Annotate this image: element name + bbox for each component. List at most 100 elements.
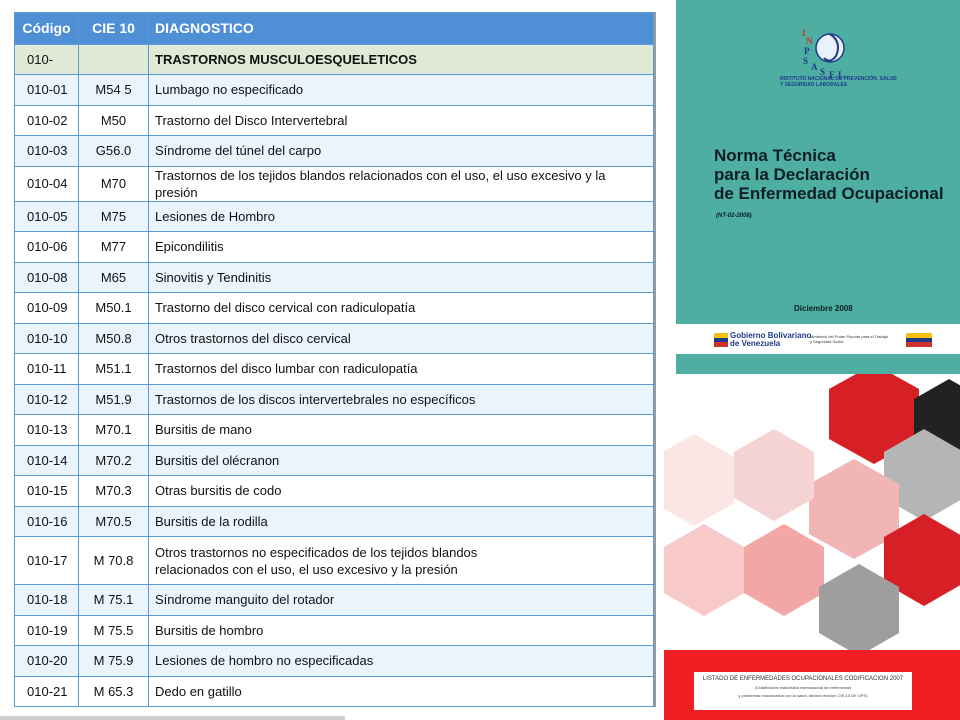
row-cie: M75 [78, 200, 149, 232]
row-code: 010-20 [14, 645, 79, 677]
row-diagnostico-text: Trastorno del Disco Intervertebral [155, 112, 348, 128]
diagnosis-table-panel: Código CIE 10 DIAGNOSTICO 010- TRASTORNO… [14, 12, 656, 707]
row-diagnostico-text: Trastornos del disco lumbar con radiculo… [155, 361, 418, 377]
document-date: Diciembre 2008 [794, 304, 853, 313]
bottom-strip [0, 716, 345, 720]
row-diagnostico-text: Bursitis del olécranon [155, 452, 280, 468]
section-cie [78, 44, 149, 75]
section-code: 010- [14, 44, 79, 75]
table-row: 010-16 M70.5 Bursitis de la rodilla [14, 505, 654, 537]
row-diagnostico-text: Otros trastornos no especificados de los… [155, 544, 478, 560]
section-row: 010- TRASTORNOS MUSCULOESQUELETICOS [14, 44, 654, 75]
row-diagnostico: Trastorno del disco cervical con radicul… [148, 292, 654, 324]
row-code: 010-11 [14, 353, 79, 385]
row-diagnostico: Síndrome del túnel del carpo [148, 135, 654, 167]
row-code: 010-16 [14, 505, 79, 537]
row-cie: M 75.9 [78, 645, 149, 677]
row-diagnostico: Epicondilitis [148, 231, 654, 263]
table-row: 010-04 M70 Trastornos de los tejidos bland… [14, 165, 654, 202]
table-row: 010-15 M70.3 Otras bursitis de codo [14, 475, 654, 507]
ministry-label: Ministerio del Poder Popular para el Tra… [810, 334, 889, 344]
row-diagnostico: Otros trastornos no especificados de los… [148, 536, 654, 585]
row-diagnostico-text: Epicondilitis [155, 239, 224, 255]
row-code: 010-13 [14, 414, 79, 446]
table-row: 010-12 M51.9 Trastornos de los discos inte… [14, 383, 654, 415]
listado-subtitle-1: (Clasificación estadística internacional… [755, 685, 851, 690]
row-code: 010-10 [14, 322, 79, 354]
row-diagnostico-text: Bursitis de hombro [155, 622, 264, 638]
row-diagnostico-text: Otros trastornos del disco cervical [155, 330, 351, 346]
row-code: 010-08 [14, 261, 79, 293]
listado-subtitle-2: y problemas relacionados con la salud, d… [738, 693, 868, 698]
section-title: TRASTORNOS MUSCULOESQUELETICOS [148, 44, 654, 75]
row-cie: M 70.8 [78, 536, 149, 585]
row-diagnostico: Bursitis de la rodilla [148, 505, 654, 537]
row-cie: M50 [78, 104, 149, 136]
row-cie: M70.5 [78, 505, 149, 537]
government-footer: Gobierno Bolivariano de Venezuela Minist… [676, 324, 960, 354]
svg-text:P: P [804, 46, 810, 56]
listado-title: LISTADO DE ENFERMEDADES OCUPACIONALES CO… [702, 676, 904, 682]
table-row: 010-05 M75 Lesiones de Hombro [14, 200, 654, 232]
row-cie: M 75.1 [78, 584, 149, 616]
header-code: Código [14, 12, 79, 45]
row-diagnostico: Sinovitis y Tendinitis [148, 261, 654, 293]
row-diagnostico-text-2: relacionados con el uso, el uso excesivo… [155, 561, 458, 577]
table-row: 010-13 M70.1 Bursitis de mano [14, 414, 654, 446]
gobierno-logo-icon [714, 333, 728, 347]
table-row: 010-19 M 75.5 Bursitis de hombro [14, 614, 654, 646]
gobierno-line-2: de Venezuela [730, 339, 781, 348]
table-row: 010-02 M50 Trastorno del Disco Interverteb… [14, 104, 654, 136]
row-diagnostico-text: Bursitis de mano [155, 422, 252, 438]
row-diagnostico-text: Síndrome manguito del rotador [155, 592, 335, 608]
table-row: 010-20 M 75.9 Lesiones de hombro no especi… [14, 645, 654, 677]
row-code: 010-09 [14, 292, 79, 324]
row-code: 010-15 [14, 475, 79, 507]
institute-name: INSTITUTO NACIONAL DE PREVENCIÓN, SALUD … [780, 76, 897, 88]
row-diagnostico: Bursitis del olécranon [148, 444, 654, 476]
row-cie: M65 [78, 261, 149, 293]
row-code: 010-18 [14, 584, 79, 616]
table-body: 010-01 M54 5 Lumbago no especificado 010-02… [14, 74, 654, 707]
diagnosis-table: Código CIE 10 DIAGNOSTICO 010- TRASTORNO… [14, 12, 654, 707]
row-diagnostico: Trastornos de los discos intervertebrale… [148, 383, 654, 415]
table-header-row: Código CIE 10 DIAGNOSTICO [14, 12, 654, 45]
row-cie: M 75.5 [78, 614, 149, 646]
row-cie: M70.1 [78, 414, 149, 446]
row-diagnostico-text: Lumbago no especificado [155, 82, 304, 98]
document-title: Norma Técnica para la Declaración de Enf… [714, 146, 954, 203]
table-row: 010-01 M54 5 Lumbago no especificado [14, 74, 654, 106]
svg-text:N: N [806, 36, 813, 46]
row-cie: M70.2 [78, 444, 149, 476]
row-cie: M50.8 [78, 322, 149, 354]
row-diagnostico: Trastornos de los tejidos blandos relaci… [148, 165, 654, 202]
title-line-1: Norma Técnica [714, 146, 836, 165]
row-code: 010-02 [14, 104, 79, 136]
row-diagnostico-text: Lesiones de hombro no especificadas [155, 653, 374, 669]
row-diagnostico: Síndrome manguito del rotador [148, 584, 654, 616]
table-row: 010-03 G56.0 Síndrome del túnel del carpo [14, 135, 654, 167]
table-row: 010-14 M70.2 Bursitis del olécranon [14, 444, 654, 476]
row-diagnostico-text: Trastorno del disco cervical con radicul… [155, 300, 416, 316]
gobierno-label: Gobierno Bolivariano de Venezuela [730, 332, 811, 348]
row-code: 010-17 [14, 536, 79, 585]
table-row: 010-10 M50.8 Otros trastornos del disco ce… [14, 322, 654, 354]
row-cie: M 65.3 [78, 675, 149, 707]
row-diagnostico: Trastorno del Disco Intervertebral [148, 104, 654, 136]
hexagon-pattern [664, 374, 960, 654]
row-diagnostico: Trastornos del disco lumbar con radiculo… [148, 353, 654, 385]
row-diagnostico: Lumbago no especificado [148, 74, 654, 106]
row-diagnostico-text: Lesiones de Hombro [155, 208, 275, 224]
row-cie: M50.1 [78, 292, 149, 324]
row-cie: M70.3 [78, 475, 149, 507]
row-diagnostico: Lesiones de hombro no especificadas [148, 645, 654, 677]
listado-cover: LISTADO DE ENFERMEDADES OCUPACIONALES CO… [664, 374, 960, 720]
row-cie: G56.0 [78, 135, 149, 167]
row-code: 010-19 [14, 614, 79, 646]
row-diagnostico: Bursitis de mano [148, 414, 654, 446]
row-code: 010-01 [14, 74, 79, 106]
svg-text:S: S [803, 56, 808, 66]
header-diagnostico: DIAGNOSTICO [148, 12, 654, 45]
row-diagnostico-text: Bursitis de la rodilla [155, 513, 268, 529]
row-cie: M54 5 [78, 74, 149, 106]
